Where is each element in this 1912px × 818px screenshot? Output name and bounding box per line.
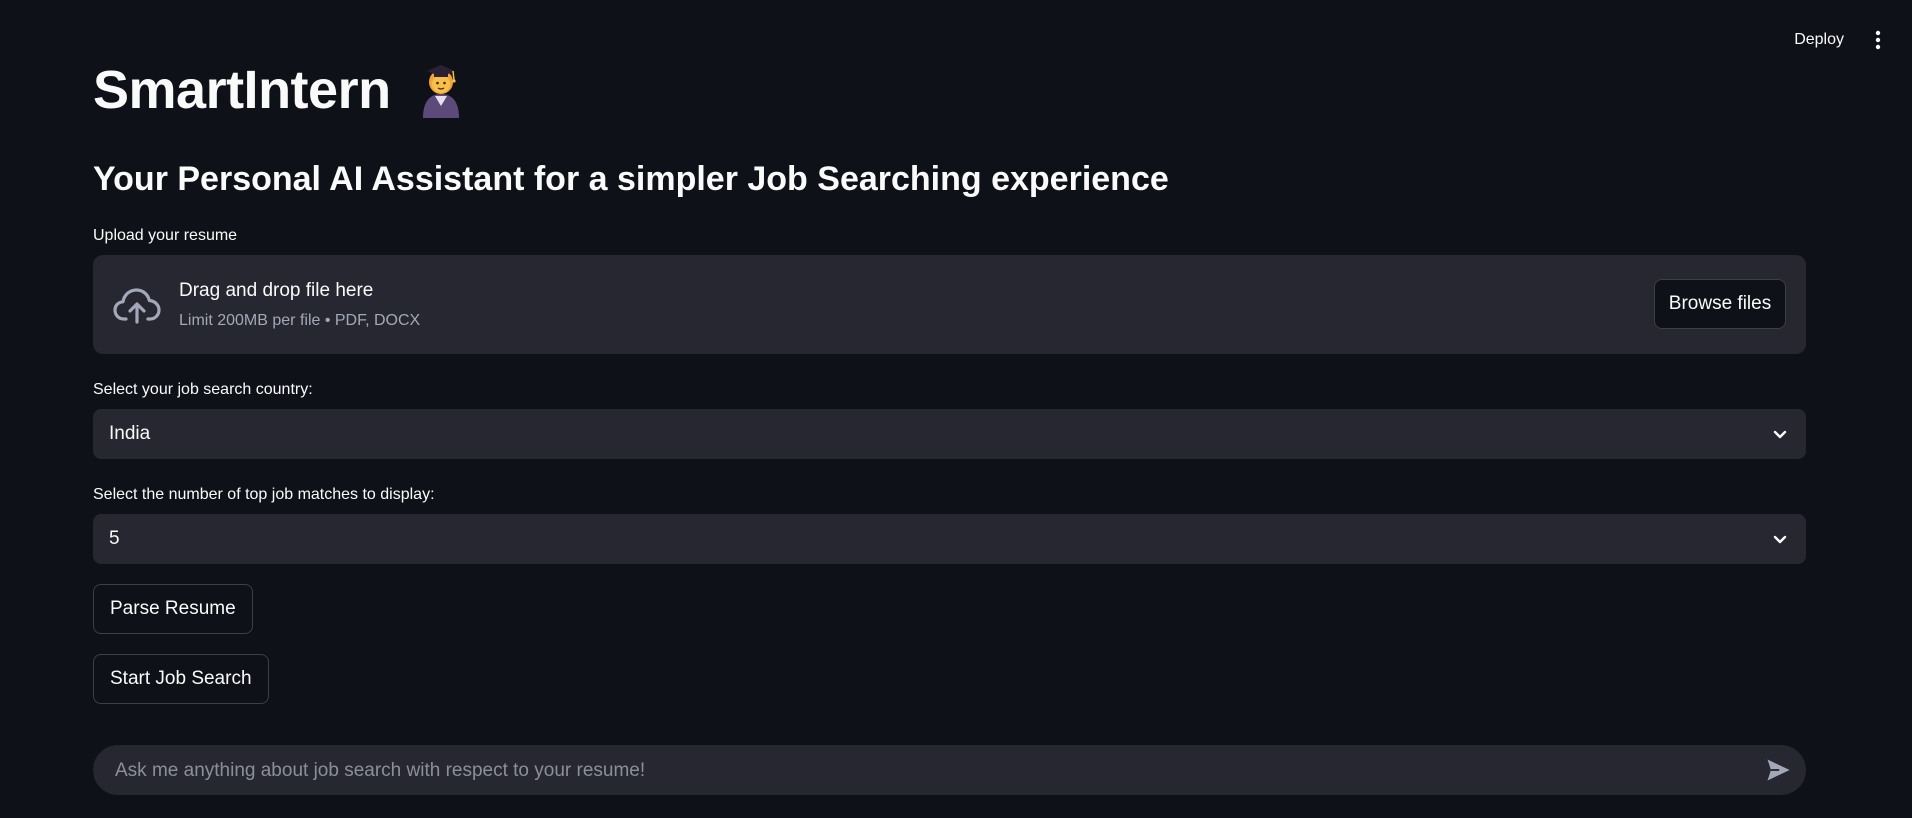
country-select-label: Select your job search country: [93,381,313,398]
dropzone-instructions: Drag and drop file here [179,280,374,301]
chevron-down-icon [1770,424,1790,444]
matches-select[interactable]: 5 [93,514,1806,564]
chevron-down-icon [1770,529,1790,549]
deploy-button[interactable]: Deploy [1790,25,1848,55]
kebab-menu-icon[interactable] [1866,22,1890,58]
student-emoji-icon [417,62,465,118]
matches-select-label: Select the number of top job matches to … [93,486,435,503]
chat-input-bar [93,745,1806,797]
cloud-upload-icon [113,285,161,325]
page-title-text: SmartIntern [93,60,391,120]
browse-files-button[interactable]: Browse files [1654,279,1786,329]
upload-label: Upload your resume [93,227,238,244]
start-job-search-button[interactable]: Start Job Search [93,654,269,704]
parse-resume-button[interactable]: Parse Resume [93,584,253,634]
top-toolbar: Deploy [1790,22,1890,58]
page-subtitle: Your Personal AI Assistant for a simpler… [93,160,1169,198]
file-dropzone[interactable]: Drag and drop file here Limit 200MB per … [93,255,1806,354]
country-select[interactable]: India [93,409,1806,459]
matches-select-value: 5 [109,528,120,549]
country-select-value: India [109,423,151,444]
chat-input[interactable] [113,745,1717,797]
send-icon[interactable] [1764,756,1792,784]
page-title: SmartIntern [93,58,465,122]
dropzone-limit-text: Limit 200MB per file • PDF, DOCX [179,312,421,329]
